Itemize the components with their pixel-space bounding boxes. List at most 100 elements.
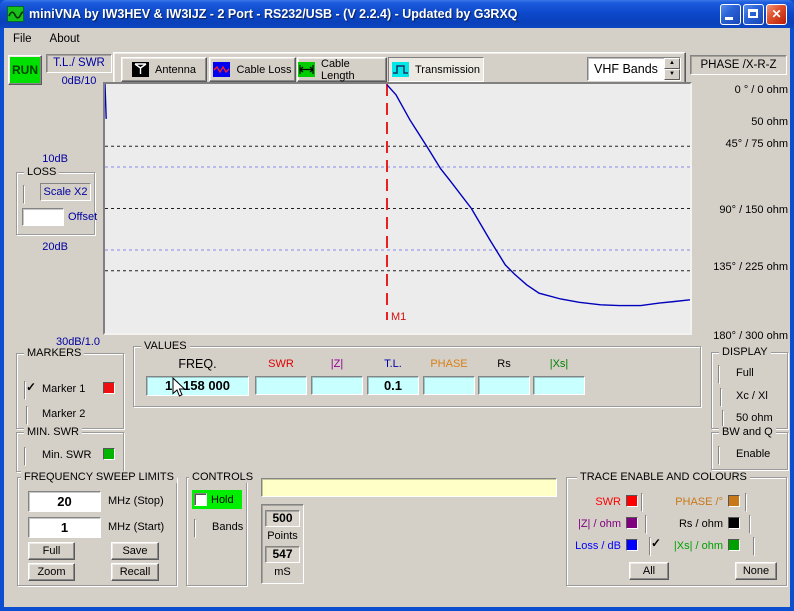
maximize-icon <box>748 9 758 18</box>
sweep-limits-group-title: FREQUENCY SWEEP LIMITS <box>21 471 177 483</box>
sweep-time-value: 547 <box>265 546 300 563</box>
loss-group: LOSS Scale X2 Offset <box>16 172 95 235</box>
minimize-button[interactable] <box>720 4 741 25</box>
cable-loss-button-label: Cable Loss <box>236 64 291 76</box>
plot-area[interactable]: M1 <box>103 82 692 335</box>
points-label: Points <box>262 530 303 542</box>
menu-bar: File About <box>4 28 790 49</box>
left-axis-tick-20db: 20dB <box>28 241 68 253</box>
cable-length-icon <box>298 62 315 77</box>
scale-x2-label: Scale X2 <box>40 183 91 201</box>
offset-label: Offset <box>68 211 97 223</box>
controls-group-title: CONTROLS <box>189 471 256 483</box>
rs-value <box>478 376 530 395</box>
controls-group: CONTROLS Hold Bands <box>186 477 247 586</box>
tl-label: T.L. <box>367 358 419 370</box>
min-swr-label: Min. SWR <box>42 449 92 461</box>
cable-length-button[interactable]: Cable Length <box>297 57 387 82</box>
marker1-checkbox[interactable] <box>24 381 26 400</box>
start-frequency-input[interactable]: 1 <box>28 517 101 538</box>
trace-z-checkbox[interactable] <box>645 515 647 534</box>
trace-swr-colour-swatch[interactable] <box>626 495 638 507</box>
chevron-down-icon: ▼ <box>669 72 675 77</box>
display-full-label: Full <box>736 367 754 379</box>
trace-rs-checkbox[interactable] <box>749 515 751 534</box>
close-icon: ✕ <box>767 7 786 21</box>
hold-toggle[interactable]: Hold <box>192 490 242 509</box>
chevron-up-icon: ▲ <box>669 61 675 66</box>
freq-label: FREQ. <box>146 357 249 371</box>
band-selector-value: VHF Bands <box>588 62 664 76</box>
min-swr-group-title: MIN. SWR <box>24 426 82 438</box>
right-axis-tick-1: 50 ohm <box>751 116 788 128</box>
hold-checkbox[interactable] <box>194 493 207 506</box>
display-xcxl-label: Xc / Xl <box>736 390 768 402</box>
trace-phase-checkbox[interactable] <box>745 493 747 512</box>
trace-xs-colour-swatch[interactable] <box>728 539 740 551</box>
cable-length-button-label: Cable Length <box>321 58 386 82</box>
trace-loss-colour-swatch[interactable] <box>626 539 638 551</box>
menu-file[interactable]: File <box>4 30 41 48</box>
stop-frequency-input[interactable]: 20 <box>28 491 101 512</box>
close-button[interactable]: ✕ <box>766 4 787 25</box>
trace-swr-label: SWR <box>569 496 621 508</box>
trace-none-button[interactable]: None <box>735 562 777 580</box>
mode-button-panel: Antenna Cable Loss Cable Length Transmis… <box>113 52 686 85</box>
title-bar: miniVNA by IW3HEV & IW3IJZ - 2 Port - RS… <box>0 0 794 28</box>
chart-canvas <box>105 84 690 333</box>
marker2-label: Marker 2 <box>42 408 85 420</box>
right-axis-tick-5: 180° / 300 ohm <box>713 330 788 342</box>
right-axis-tick-3: 90° / 150 ohm <box>719 204 788 216</box>
phase-label: PHASE <box>423 358 475 370</box>
band-down-button[interactable]: ▼ <box>664 69 680 80</box>
display-xcxl-checkbox[interactable] <box>720 388 722 407</box>
trace-loss-label: Loss / dB <box>569 540 621 552</box>
right-axis-tick-4: 135° / 225 ohm <box>713 261 788 273</box>
right-axis-tick-2: 45° / 75 ohm <box>726 138 789 150</box>
hold-label: Hold <box>211 494 234 506</box>
trace-phase-colour-swatch[interactable] <box>728 495 740 507</box>
recall-button[interactable]: Recall <box>111 563 159 581</box>
antenna-button[interactable]: Antenna <box>121 57 207 82</box>
trace-phase-label: PHASE /° <box>663 496 723 508</box>
run-button[interactable]: RUN <box>8 55 42 85</box>
marker1-label: Marker 1 <box>42 383 85 395</box>
band-selector[interactable]: VHF Bands ▲ ▼ <box>587 57 681 81</box>
trace-rs-label: Rs / ohm <box>663 518 723 530</box>
band-up-button[interactable]: ▲ <box>664 58 680 69</box>
trace-all-button[interactable]: All <box>629 562 669 580</box>
bw-q-enable-checkbox[interactable] <box>718 446 720 465</box>
display-50ohm-label: 50 ohm <box>736 412 773 424</box>
trace-swr-checkbox[interactable] <box>641 493 643 512</box>
zoom-button[interactable]: Zoom <box>28 563 75 581</box>
maximize-button[interactable] <box>743 4 764 25</box>
markers-group: MARKERS Marker 1 Marker 2 <box>16 353 124 429</box>
full-button[interactable]: Full <box>28 542 75 560</box>
trace-xs-checkbox[interactable] <box>753 537 755 556</box>
trace-rs-colour-swatch[interactable] <box>728 517 740 529</box>
trace-z-colour-swatch[interactable] <box>626 517 638 529</box>
display-group-title: DISPLAY <box>719 346 771 358</box>
trace-z-label: |Z| / ohm <box>569 518 621 530</box>
scale-x2-checkbox[interactable] <box>23 185 25 204</box>
min-swr-color-swatch[interactable] <box>103 448 115 460</box>
min-swr-checkbox[interactable] <box>24 447 26 466</box>
display-full-checkbox[interactable] <box>718 365 720 384</box>
stop-frequency-label: MHz (Stop) <box>108 495 164 507</box>
trace-loss-checkbox[interactable] <box>649 537 651 556</box>
minimize-icon <box>725 17 733 20</box>
z-label: |Z| <box>311 358 363 370</box>
menu-about[interactable]: About <box>41 30 89 48</box>
transmission-button[interactable]: Transmission <box>388 57 484 82</box>
offset-input[interactable] <box>22 208 64 226</box>
status-message-field <box>261 478 557 497</box>
bands-checkbox[interactable] <box>194 519 196 538</box>
sweep-time-label: mS <box>262 566 303 578</box>
marker2-checkbox[interactable] <box>26 406 28 425</box>
min-swr-group: MIN. SWR Min. SWR <box>16 432 124 472</box>
xs-value <box>533 376 585 395</box>
freq-input[interactable]: 10 158 000 <box>146 376 249 396</box>
save-button[interactable]: Save <box>111 542 159 560</box>
marker1-color-swatch[interactable] <box>103 382 115 394</box>
cable-loss-button[interactable]: Cable Loss <box>209 57 296 82</box>
